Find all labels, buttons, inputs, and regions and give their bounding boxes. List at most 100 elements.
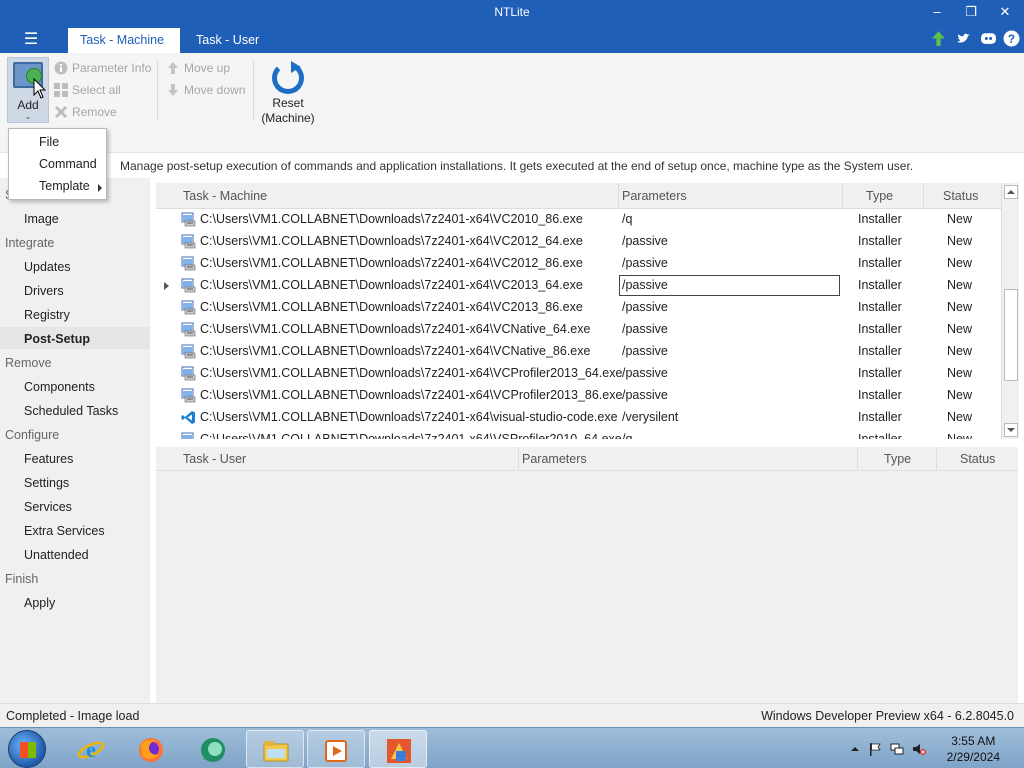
- reset-machine-button[interactable]: Reset (Machine): [258, 60, 318, 128]
- volume-muted-icon[interactable]: [912, 742, 926, 756]
- sidebar-item-drivers[interactable]: Drivers: [24, 284, 64, 298]
- sidebar-item-unattended[interactable]: Unattended: [24, 548, 89, 562]
- minimize-button[interactable]: –: [922, 2, 952, 22]
- remove-x-icon: [54, 105, 68, 119]
- tab-task-user[interactable]: Task - User: [184, 28, 271, 53]
- installer-icon: [181, 322, 196, 337]
- table-row[interactable]: C:\Users\VM1.COLLABNET\Downloads\7z2401-…: [156, 319, 1001, 341]
- parameter-info-button[interactable]: Parameter Info: [54, 58, 151, 78]
- taskbar-app-ntlite[interactable]: [369, 730, 427, 768]
- network-icon[interactable]: [890, 742, 904, 756]
- table-row[interactable]: C:\Users\VM1.COLLABNET\Downloads\7z2401-…: [156, 253, 1001, 275]
- status-cell: New: [947, 366, 973, 380]
- column-header-task-user[interactable]: Task - User: [183, 452, 246, 466]
- arrow-up-icon: [168, 62, 178, 74]
- firefox-icon: [139, 738, 163, 762]
- column-header-status[interactable]: Status: [943, 189, 978, 203]
- remove-label: Remove: [72, 105, 117, 119]
- scrollbar-thumb[interactable]: [1004, 289, 1018, 381]
- discord-icon[interactable]: [980, 30, 997, 47]
- task-path-cell: C:\Users\VM1.COLLABNET\Downloads\7z2401-…: [200, 256, 583, 270]
- taskbar-app-firefox[interactable]: [122, 730, 180, 768]
- taskbar-clock[interactable]: 3:55 AM 2/29/2024: [947, 733, 1000, 765]
- taskbar-app-ie[interactable]: e: [62, 730, 120, 768]
- sidebar-item-services[interactable]: Services: [24, 500, 72, 514]
- status-text: Completed - Image load: [6, 709, 140, 723]
- select-all-button[interactable]: Select all: [54, 80, 121, 100]
- menu-item-command[interactable]: Command: [39, 157, 97, 171]
- sidebar-item-post-setup[interactable]: Post-Setup: [24, 332, 90, 346]
- status-cell: New: [947, 344, 973, 358]
- taskbar-app-media[interactable]: [307, 730, 365, 768]
- column-header-user-parameters[interactable]: Parameters: [522, 452, 587, 466]
- type-cell: Installer: [858, 300, 902, 314]
- menu-item-template[interactable]: Template: [39, 179, 90, 193]
- start-button[interactable]: [8, 730, 46, 768]
- help-icon[interactable]: ?: [1003, 30, 1020, 47]
- twitter-icon[interactable]: [955, 30, 972, 47]
- sidebar-item-updates[interactable]: Updates: [24, 260, 71, 274]
- task-path-cell: C:\Users\VM1.COLLABNET\Downloads\7z2401-…: [200, 300, 583, 314]
- table-row[interactable]: C:\Users\VM1.COLLABNET\Downloads\7z2401-…: [156, 407, 1001, 429]
- tab-task-machine[interactable]: Task - Machine: [68, 28, 180, 53]
- table-row[interactable]: C:\Users\VM1.COLLABNET\Downloads\7z2401-…: [156, 231, 1001, 253]
- type-cell: Installer: [858, 410, 902, 424]
- select-all-label: Select all: [72, 83, 121, 97]
- show-hidden-icons-icon[interactable]: [848, 742, 862, 756]
- scroll-up-button[interactable]: [1004, 185, 1018, 199]
- installer-icon: [181, 234, 196, 249]
- sidebar-item-scheduled-tasks[interactable]: Scheduled Tasks: [24, 404, 118, 418]
- table-row[interactable]: C:\Users\VM1.COLLABNET\Downloads\7z2401-…: [156, 297, 1001, 319]
- type-cell: Installer: [858, 388, 902, 402]
- taskbar-app-explorer[interactable]: [246, 730, 304, 768]
- user-task-table: Task - User Parameters Type Status: [156, 447, 1018, 703]
- sidebar-item-settings[interactable]: Settings: [24, 476, 69, 490]
- move-down-button[interactable]: Move down: [166, 80, 245, 100]
- sidebar-item-components[interactable]: Components: [24, 380, 95, 394]
- sidebar-item-image[interactable]: Image: [24, 212, 59, 226]
- column-header-task[interactable]: Task - Machine: [183, 189, 267, 203]
- column-header-parameters[interactable]: Parameters: [622, 189, 687, 203]
- column-header-user-type[interactable]: Type: [884, 452, 911, 466]
- column-header-user-status[interactable]: Status: [960, 452, 995, 466]
- maximize-button[interactable]: ❐: [956, 2, 986, 22]
- sidebar-section-finish: Finish: [5, 572, 39, 586]
- table-row[interactable]: C:\Users\VM1.COLLABNET\Downloads\7z2401-…: [156, 363, 1001, 385]
- sidebar-item-features[interactable]: Features: [24, 452, 73, 466]
- table-row[interactable]: C:\Users\VM1.COLLABNET\Downloads\7z2401-…: [156, 275, 1001, 297]
- move-up-button[interactable]: Move up: [166, 58, 230, 78]
- parameters-cell: /passive: [622, 256, 668, 270]
- internet-explorer-icon: e: [77, 737, 105, 762]
- close-button[interactable]: ✕: [990, 2, 1020, 22]
- task-path-cell: C:\Users\VM1.COLLABNET\Downloads\7z2401-…: [200, 366, 623, 380]
- update-arrow-icon[interactable]: [930, 30, 947, 47]
- task-path-cell: C:\Users\VM1.COLLABNET\Downloads\7z2401-…: [200, 322, 591, 336]
- table-row[interactable]: C:\Users\VM1.COLLABNET\Downloads\7z2401-…: [156, 209, 1001, 231]
- installer-icon: [181, 366, 196, 381]
- installer-icon: [181, 388, 196, 403]
- parameters-cell: /passive: [622, 322, 668, 336]
- scroll-down-button[interactable]: [1004, 423, 1018, 437]
- machine-table-scrollbar[interactable]: [1001, 183, 1019, 439]
- reset-label-line1: Reset: [272, 96, 304, 110]
- table-row[interactable]: C:\Users\VM1.COLLABNET\Downloads\7z2401-…: [156, 341, 1001, 363]
- menu-item-file[interactable]: File: [39, 135, 59, 149]
- ribbon-toolbar: Add ⌄ Parameter Info Select all Remove M…: [0, 53, 1024, 153]
- file-explorer-icon: [263, 741, 289, 762]
- status-cell: New: [947, 300, 973, 314]
- sidebar-item-registry[interactable]: Registry: [24, 308, 70, 322]
- chevron-up-icon: [1007, 190, 1015, 194]
- sidebar-item-apply[interactable]: Apply: [24, 596, 55, 610]
- table-row[interactable]: C:\Users\VM1.COLLABNET\Downloads\7z2401-…: [156, 429, 1001, 439]
- column-header-type[interactable]: Type: [866, 189, 893, 203]
- hamburger-menu-icon[interactable]: ☰: [18, 29, 44, 49]
- table-row[interactable]: C:\Users\VM1.COLLABNET\Downloads\7z2401-…: [156, 385, 1001, 407]
- remove-button[interactable]: Remove: [54, 102, 117, 122]
- sidebar-item-extra-services[interactable]: Extra Services: [24, 524, 105, 538]
- taskbar-app-chat[interactable]: [184, 730, 242, 768]
- info-icon: [54, 61, 68, 75]
- parameter-info-label: Parameter Info: [72, 61, 152, 75]
- parameters-cell: /passive: [622, 344, 668, 358]
- action-center-flag-icon[interactable]: [868, 742, 882, 756]
- type-cell: Installer: [858, 432, 902, 439]
